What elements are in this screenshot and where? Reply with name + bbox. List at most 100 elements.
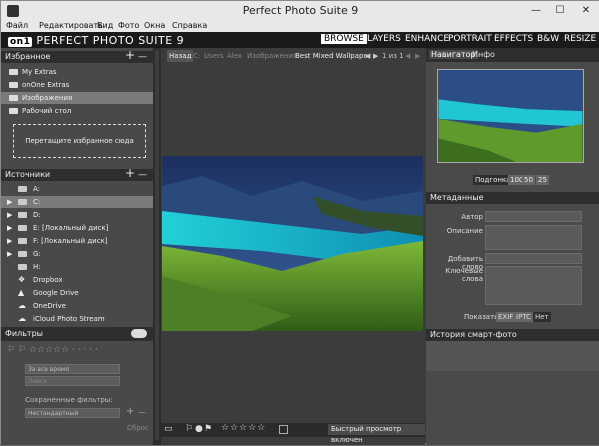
favorite-item[interactable]: My Extras — [1, 66, 153, 78]
expand-arrow-icon[interactable]: ▶ — [7, 222, 12, 234]
drive-icon — [18, 186, 27, 192]
remove-source-button[interactable]: — — [138, 169, 147, 181]
show-iptc-button[interactable]: IPTC — [514, 312, 534, 322]
saved-filter-select[interactable]: Нестандартный — [25, 408, 120, 418]
favorites-header: Избранное + — — [1, 49, 153, 63]
flag-dislike-icon[interactable]: ⚑ — [204, 424, 212, 434]
flag-like-icon[interactable]: ⚐ — [185, 424, 193, 434]
path-segment[interactable]: Alex — [227, 50, 242, 62]
drive-icon — [18, 264, 27, 270]
expand-arrow-icon[interactable]: ▶ — [7, 248, 12, 260]
path-segment[interactable]: Users — [204, 50, 224, 62]
source-drive[interactable]: ▶ E: [Локальный диск] — [1, 222, 153, 234]
description-field[interactable] — [485, 225, 582, 250]
cloud-source-google-drive[interactable]: ▲ Google Drive — [1, 287, 153, 299]
tab-effects[interactable]: EFFECTS — [494, 34, 533, 44]
browser-bottom-bar: ▭ ⚐ ● ⚑ ☆☆☆☆☆ Быстрый просмотр включен — [161, 423, 425, 444]
drive-icon — [18, 251, 27, 257]
right-panel: Навигатор Инфо Подгонка 100 50 25 Метада… — [426, 48, 599, 445]
navigator-tabs: Навигатор Инфо — [426, 48, 599, 62]
menu-windows[interactable]: Окна — [144, 21, 165, 30]
time-filter-select[interactable]: За все время — [25, 364, 120, 374]
tab-info[interactable]: Инфо — [472, 50, 495, 59]
cloud-source-dropbox[interactable]: ❖ Dropbox — [1, 274, 153, 286]
filter-flags-stars[interactable]: ⚐ ⚐ ☆☆☆☆☆ · · · · · — [7, 345, 147, 355]
back-button[interactable]: Назад — [167, 50, 194, 62]
cloud-source-icloud[interactable]: ☁ iCloud Photo Stream — [1, 313, 153, 325]
quick-preview-status[interactable]: Быстрый просмотр включен — [328, 424, 425, 444]
maximize-button[interactable]: ☐ — [547, 1, 573, 21]
rating-stars[interactable]: ☆☆☆☆☆ — [221, 423, 266, 433]
path-segment-current[interactable]: Best Mixed Wallpape — [295, 50, 368, 62]
favorite-item[interactable]: Рабочий стол — [1, 105, 153, 117]
left-panel-scrollbar[interactable] — [153, 48, 161, 445]
color-label-swatch[interactable] — [279, 425, 288, 434]
source-drive[interactable]: A: — [1, 183, 153, 195]
show-exif-button[interactable]: EXIF — [496, 312, 516, 322]
source-drive[interactable]: ▶ F: [Локальный диск] — [1, 235, 153, 247]
show-label: Показать — [464, 313, 499, 321]
left-panel: Избранное + — My Extras onOne Extras Изо… — [1, 48, 153, 445]
menu-view[interactable]: Вид — [97, 21, 113, 30]
tab-browse[interactable]: BROWSE — [321, 34, 367, 44]
cloud-source-onedrive[interactable]: ☁ OneDrive — [1, 300, 153, 312]
minimize-button[interactable]: — — [523, 1, 549, 21]
zoom-fit-button[interactable]: Подгонка — [473, 175, 513, 185]
menu-edit[interactable]: Редактировать — [39, 21, 103, 30]
source-drive[interactable]: ▶ D: — [1, 209, 153, 221]
tab-portrait[interactable]: PORTRAIT — [448, 34, 492, 44]
close-button[interactable]: ✕ — [573, 1, 599, 21]
favorite-item[interactable]: Изображения — [1, 92, 153, 104]
tab-bw[interactable]: B&W — [537, 34, 559, 44]
onedrive-icon: ☁ — [18, 301, 26, 310]
filters-toggle[interactable] — [131, 329, 147, 338]
menu-bar: Файл Редактировать Вид Фото Окна Справка — [1, 21, 599, 32]
menu-file[interactable]: Файл — [6, 21, 28, 30]
nav-forward-icon[interactable]: ▶ — [415, 50, 420, 62]
navigator-thumbnail[interactable] — [437, 69, 584, 163]
source-drive[interactable]: H: — [1, 261, 153, 273]
tab-enhance[interactable]: ENHANCE — [405, 34, 449, 44]
scrollbar-thumb[interactable] — [155, 50, 159, 440]
favorite-item[interactable]: onOne Extras — [1, 79, 153, 91]
search-input[interactable]: Поиск — [25, 376, 120, 386]
author-field[interactable] — [485, 211, 582, 222]
zoom-50-button[interactable]: 50 — [522, 175, 535, 185]
add-keyword-field[interactable] — [485, 253, 582, 264]
source-drive[interactable]: ▶ G: — [1, 248, 153, 260]
menu-help[interactable]: Справка — [172, 21, 207, 30]
remove-saved-filter-button[interactable]: — — [138, 408, 146, 417]
expand-arrow-icon[interactable]: ▶ — [7, 235, 12, 247]
folder-icon — [9, 69, 18, 75]
menu-photo[interactable]: Фото — [118, 21, 139, 30]
zoom-25-button[interactable]: 25 — [536, 175, 549, 185]
path-segment[interactable]: Изображения — [247, 50, 297, 62]
nav-back-icon[interactable]: ◀ — [405, 50, 410, 62]
reset-filters-link[interactable]: Сброс — [127, 424, 151, 432]
flag-clear-icon[interactable]: ● — [195, 424, 203, 434]
favorites-drop-zone[interactable]: Перетащите избранное сюда — [13, 124, 146, 158]
browser-area: Назад C: Users Alex Изображения Best Mix… — [161, 48, 425, 445]
expand-arrow-icon[interactable]: ▶ — [7, 209, 12, 221]
expand-arrow-icon[interactable]: ▶ — [7, 196, 12, 208]
next-image-icon[interactable]: ▶ — [373, 50, 378, 62]
source-drive[interactable]: ▶ C: — [1, 196, 153, 208]
image-counter: 1 из 1 — [382, 52, 404, 60]
prev-image-icon[interactable]: ◀ — [365, 50, 370, 62]
tab-layers[interactable]: LAYERS — [367, 34, 401, 44]
folder-icon — [9, 108, 18, 114]
window-title: Perfect Photo Suite 9 — [242, 4, 359, 17]
tab-resize[interactable]: RESIZE — [564, 34, 596, 44]
keywords-field[interactable] — [485, 266, 582, 305]
path-segment[interactable]: C: — [193, 50, 200, 62]
drive-icon — [18, 212, 27, 218]
add-saved-filter-button[interactable]: + — [126, 406, 134, 417]
saved-filters-label: Сохраненные фильтры: — [25, 396, 113, 404]
preview-photo[interactable] — [162, 156, 423, 331]
view-mode-icon[interactable]: ▭ — [164, 424, 173, 434]
add-source-button[interactable]: + — [125, 167, 135, 179]
show-none-button[interactable]: Нет — [533, 312, 551, 322]
tab-navigator[interactable]: Навигатор — [429, 50, 478, 59]
remove-favorite-button[interactable]: — — [138, 51, 147, 63]
add-favorite-button[interactable]: + — [125, 49, 135, 61]
